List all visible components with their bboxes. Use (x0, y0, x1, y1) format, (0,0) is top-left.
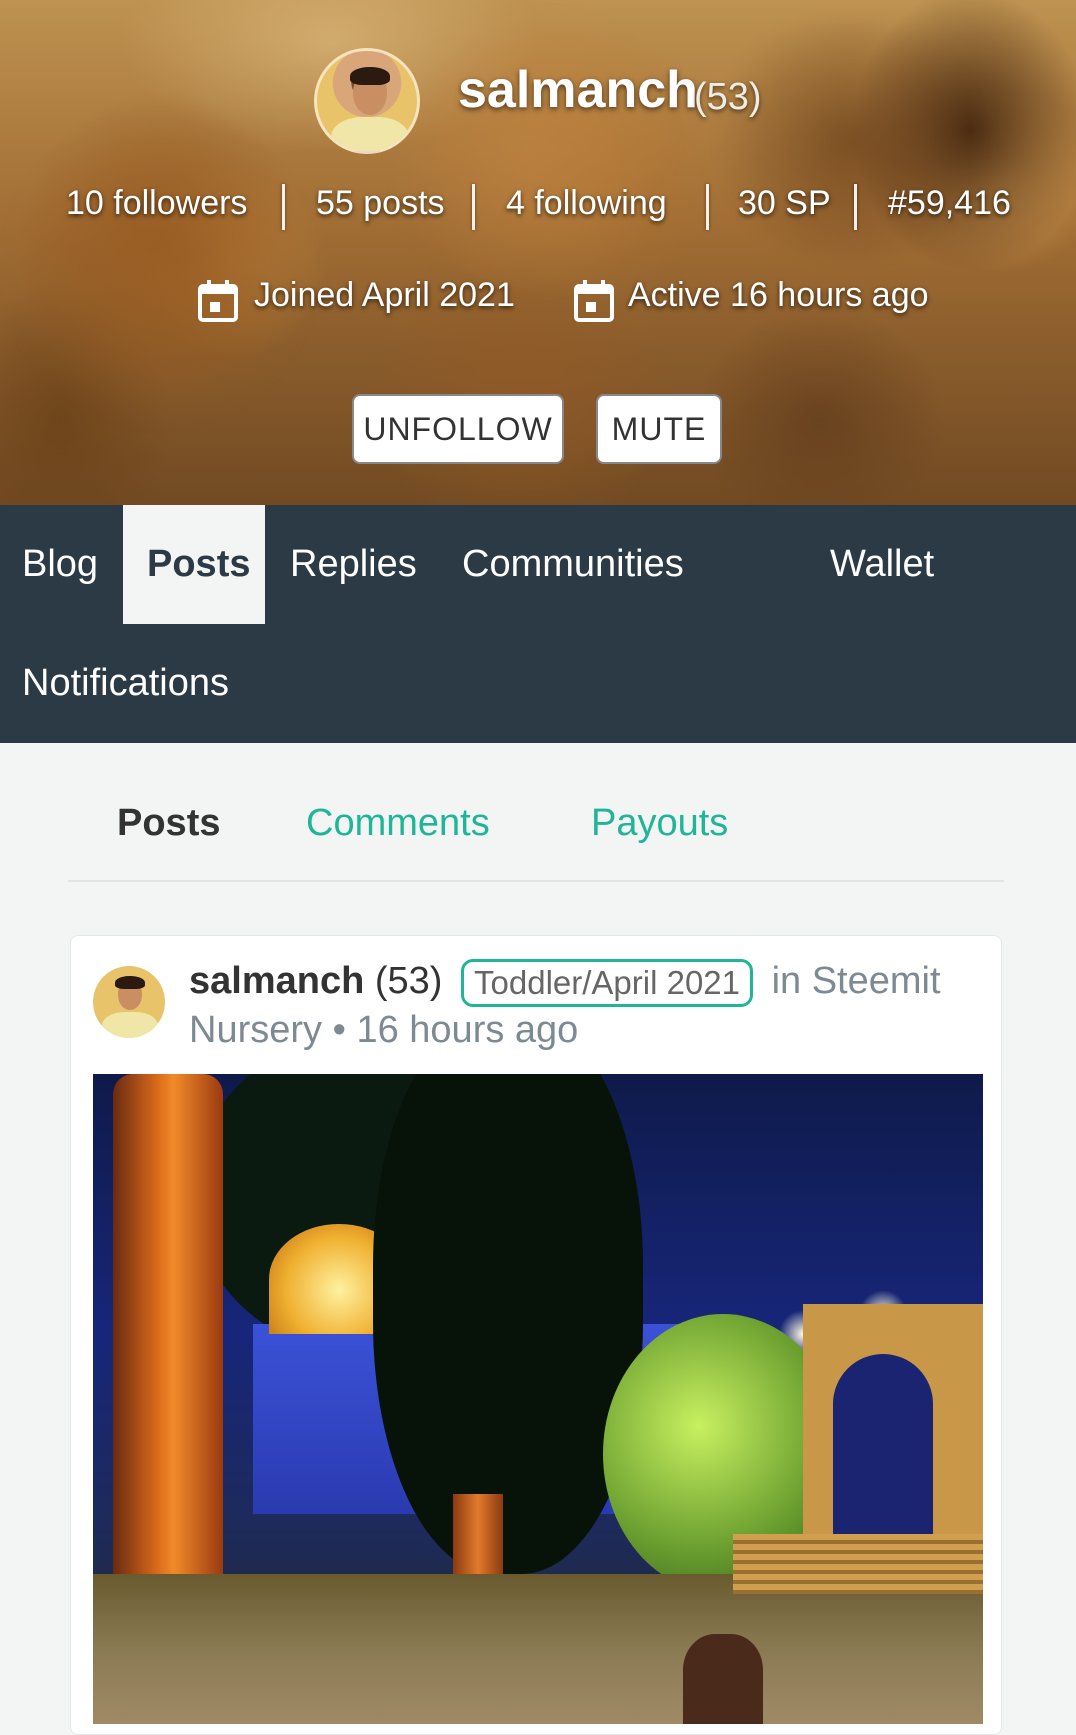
profile-reputation: (53) (694, 76, 762, 118)
calendar-icon (574, 280, 614, 322)
profile-header: salmanch (53) 10 followers 55 posts 4 fo… (0, 0, 1076, 505)
post-card[interactable]: salmanch (53) Toddler/April 2021 in Stee… (70, 935, 1002, 1735)
community-prefix[interactable]: in Steemit (772, 960, 941, 1002)
author-badge: Toddler/April 2021 (461, 958, 754, 1007)
nav-wallet[interactable]: Wallet (808, 505, 956, 624)
calendar-icon (198, 280, 238, 322)
profile-nav: Blog Posts Replies Communities Wallet No… (0, 505, 1076, 743)
nav-blog[interactable]: Blog (0, 505, 120, 624)
last-active: Active 16 hours ago (628, 276, 929, 314)
post-author-line: salmanch (53) Toddler/April 2021 in Stee… (189, 958, 989, 1053)
following-link[interactable]: 4 following (506, 184, 667, 223)
nav-notifications[interactable]: Notifications (0, 624, 251, 743)
subtab-payouts[interactable]: Payouts (591, 802, 728, 845)
posts-subtabs: Posts Comments Payouts (68, 790, 1004, 882)
author-avatar[interactable] (93, 966, 165, 1038)
post-author-reputation: (53) (374, 960, 443, 1002)
nav-communities[interactable]: Communities (440, 505, 706, 624)
followers-link[interactable]: 10 followers (66, 184, 247, 223)
rank: #59,416 (888, 184, 1011, 222)
subtab-comments[interactable]: Comments (306, 802, 490, 845)
nav-posts[interactable]: Posts (123, 505, 265, 624)
posts-count: 55 posts (316, 184, 445, 222)
subtab-posts[interactable]: Posts (117, 802, 220, 845)
post-thumbnail[interactable] (93, 1074, 983, 1724)
stat-divider (282, 184, 285, 230)
stat-divider (706, 184, 709, 230)
post-time[interactable]: 16 hours ago (356, 1009, 578, 1051)
joined-date: Joined April 2021 (254, 276, 515, 314)
stat-divider (472, 184, 475, 230)
profile-username: salmanch (458, 61, 698, 119)
unfollow-button[interactable]: UNFOLLOW (352, 394, 564, 464)
mute-button[interactable]: MUTE (596, 394, 722, 464)
post-author[interactable]: salmanch (189, 960, 364, 1002)
community-name[interactable]: Nursery (189, 1009, 322, 1051)
stat-divider (854, 184, 857, 230)
steem-power: 30 SP (738, 184, 831, 222)
meta-separator: • (332, 1008, 346, 1051)
profile-stats: 10 followers 55 posts 4 following 30 SP … (0, 184, 1076, 234)
profile-avatar[interactable] (314, 48, 420, 154)
nav-replies[interactable]: Replies (268, 505, 439, 624)
